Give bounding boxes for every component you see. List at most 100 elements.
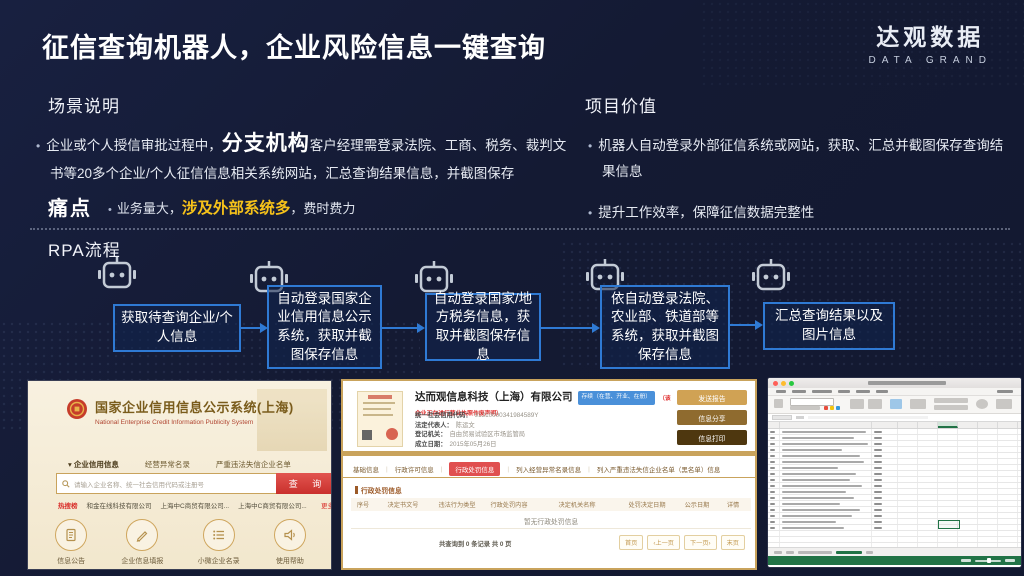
- field-row: 统一社会信用代码：91310000341984589Y: [415, 411, 538, 421]
- search-icon: [62, 475, 70, 493]
- pain-text-emphasis: 涉及外部系统多: [182, 200, 291, 217]
- quick-link-label: 小微企业名录: [198, 556, 240, 566]
- zoom-in-icon[interactable]: [1005, 559, 1015, 562]
- robot-icon: [752, 258, 790, 299]
- gov-quick-links: 信息公告 企业信息填报 小微企业名录 使用帮助: [38, 519, 323, 566]
- scenario-text-emphasis: 分支机构: [222, 132, 310, 155]
- gov-site-title: 国家企业信用信息公示系统(上海): [95, 397, 294, 416]
- page-title: 征信查询机器人，企业风险信息一键查询: [42, 26, 546, 65]
- hot-search-item[interactable]: 上海中C商贸有限公司...: [238, 500, 307, 510]
- col-header: 决定机关名称: [535, 500, 619, 509]
- fullscreen-icon[interactable]: [789, 381, 794, 386]
- bullet-icon: •: [588, 139, 592, 153]
- tab-blacklist[interactable]: 列入严重违法失信企业名单（黑名单）信息: [597, 464, 721, 474]
- brand-logo: 达观数据 DATA GRAND: [868, 18, 992, 66]
- company-fields: 统一社会信用代码：91310000341984589Y 法定代表人：陈运文 登记…: [415, 411, 538, 449]
- tab-underline: [343, 477, 755, 478]
- excel-sheet-tabs[interactable]: [768, 547, 1021, 556]
- excel-window-title: [868, 381, 946, 385]
- hot-search-item[interactable]: 上海中C商贸有限公司...: [161, 500, 230, 510]
- quick-link-sme-directory[interactable]: 小微企业名录: [198, 519, 240, 566]
- col-header: 序号: [351, 500, 375, 509]
- quick-link-label: 使用帮助: [276, 556, 304, 566]
- hot-search-item[interactable]: 和金在线科技有限公司: [87, 500, 152, 510]
- flow-step-2: 自动登录国家企业信用信息公示系统，获取并截图保存信息: [267, 285, 382, 369]
- flow-arrow: [541, 327, 593, 329]
- business-license-thumbnail: [357, 391, 403, 447]
- robot-icon: [98, 256, 136, 297]
- excel-formula-bar[interactable]: [768, 414, 1021, 422]
- gov-hot-search-row: 热搜榜 和金在线科技有限公司 上海中C商贸有限公司... 上海中C商贸有限公司.…: [58, 500, 332, 510]
- brand-subtitle: DATA GRAND: [868, 55, 992, 66]
- quick-link-announcements[interactable]: 信息公告: [55, 519, 87, 566]
- tab-admin-license[interactable]: 行政许可信息: [395, 464, 434, 474]
- last-page-button[interactable]: 末页: [721, 535, 745, 550]
- share-info-button[interactable]: 信息分享: [677, 410, 747, 425]
- excel-ribbon: [768, 396, 1021, 414]
- col-header: 违法行为类型: [431, 500, 483, 509]
- field-label: 统一社会信用代码：: [415, 412, 472, 419]
- zoom-out-icon[interactable]: [961, 559, 971, 562]
- gov-header: 国家企业信用信息公示系统(上海) National Enterprise Cre…: [66, 397, 294, 426]
- brand-name: 达观数据: [868, 18, 992, 52]
- gov-search-input[interactable]: 请输入企业名称、统一社会信用代码或注册号: [56, 473, 306, 494]
- status-badge: 存续（在营、开业、在册）: [578, 391, 656, 405]
- pain-text-post: ，费时费力: [290, 201, 355, 216]
- close-icon[interactable]: [773, 381, 778, 386]
- field-label: 法定代表人：: [415, 422, 453, 429]
- gov-tab-blacklist[interactable]: 严重违法失信企业名单: [216, 459, 291, 470]
- excel-titlebar: [768, 378, 1021, 388]
- field-label: 成立日期：: [415, 441, 446, 448]
- penalty-section-title: 行政处罚信息: [355, 485, 402, 495]
- company-name: 达而观信息科技（上海）有限公司: [415, 391, 573, 403]
- gov-search-button[interactable]: 查 询: [276, 473, 332, 494]
- screenshot-company-detail: 达而观信息科技（上海）有限公司存续（在营、开业、在册）（该企业正在进行营业执照作…: [341, 379, 757, 570]
- excel-menu-bar: [768, 388, 1021, 396]
- minimize-icon[interactable]: [781, 381, 786, 386]
- quick-link-enterprise-filing[interactable]: 企业信息填报: [121, 519, 163, 566]
- field-value: 陈运文: [456, 422, 475, 429]
- pen-icon: [126, 519, 158, 551]
- value-bullet-1-text: 机器人自动登录外部征信系统或网站，获取、汇总并截图保存查询结果信息: [598, 138, 1003, 179]
- scenario-paragraph: •企业或个人授信审批过程中，分支机构客户经理需登录法院、工商、税务、裁判文书等2…: [36, 130, 574, 187]
- col-header: 详情: [719, 500, 747, 509]
- col-header: 决定书文号: [375, 500, 431, 509]
- pain-point-text: • 业务量大，涉及外部系统多，费时费力: [108, 196, 355, 218]
- company-action-buttons: 发送报告 信息分享 信息打印: [677, 390, 747, 445]
- bullet-icon: •: [588, 206, 592, 220]
- gov-tab-abnormal-list[interactable]: 经营异常名录: [145, 459, 190, 470]
- value-bullet-2: •提升工作效率，保障征信数据完整性: [588, 200, 1008, 226]
- field-label: 登记机关：: [415, 431, 446, 438]
- field-row: 登记机关：自由贸易试验区市场监管局: [415, 430, 538, 440]
- detail-tab-bar: 基础信息| 行政许可信息| 行政处罚信息| 列入经营异常名录信息| 列入严重违法…: [353, 462, 749, 476]
- print-info-button[interactable]: 信息打印: [677, 430, 747, 445]
- bullet-icon: •: [108, 204, 112, 216]
- gov-search-placeholder: 请输入企业名称、统一社会信用代码或注册号: [74, 479, 204, 489]
- gov-site-subtitle: National Enterprise Credit Information P…: [95, 419, 294, 426]
- quick-link-help[interactable]: 使用帮助: [274, 519, 306, 566]
- next-page-button[interactable]: 下一页›: [684, 535, 717, 550]
- value-bullet-1: • 机器人自动登录外部征信系统或网站，获取、汇总并截图保存查询结果信息: [588, 133, 1008, 185]
- prev-page-button[interactable]: ‹上一页: [647, 535, 680, 550]
- col-header: 公示日期: [675, 500, 719, 509]
- pain-text-pre: 业务量大，: [117, 201, 182, 216]
- section-marker: [355, 486, 358, 494]
- first-page-button[interactable]: 首页: [619, 535, 643, 550]
- value-heading: 项目价值: [585, 92, 657, 117]
- zoom-slider[interactable]: [975, 560, 1001, 562]
- gov-tab-credit-info[interactable]: ▾ 企业信用信息: [68, 459, 119, 470]
- record-summary: 共查询到 0 条记录 共 0 页: [439, 539, 511, 548]
- tab-basic-info[interactable]: 基础信息: [353, 464, 379, 474]
- section-title-text: 行政处罚信息: [361, 485, 402, 495]
- send-report-button[interactable]: 发送报告: [677, 390, 747, 405]
- pain-point-label: 痛点: [48, 192, 92, 221]
- tab-abnormal-list[interactable]: 列入经营异常名录信息: [516, 464, 581, 474]
- excel-selected-cell[interactable]: [938, 520, 960, 529]
- excel-status-bar: [768, 556, 1021, 565]
- more-link[interactable]: 更多: [321, 500, 332, 510]
- field-value: 2015年05月26日: [449, 441, 496, 448]
- scenario-text-pre: 企业或个人授信审批过程中，: [46, 138, 222, 153]
- tab-admin-penalty[interactable]: 行政处罚信息: [449, 462, 500, 476]
- excel-grid[interactable]: [768, 429, 1021, 547]
- dotted-divider: [30, 228, 1010, 230]
